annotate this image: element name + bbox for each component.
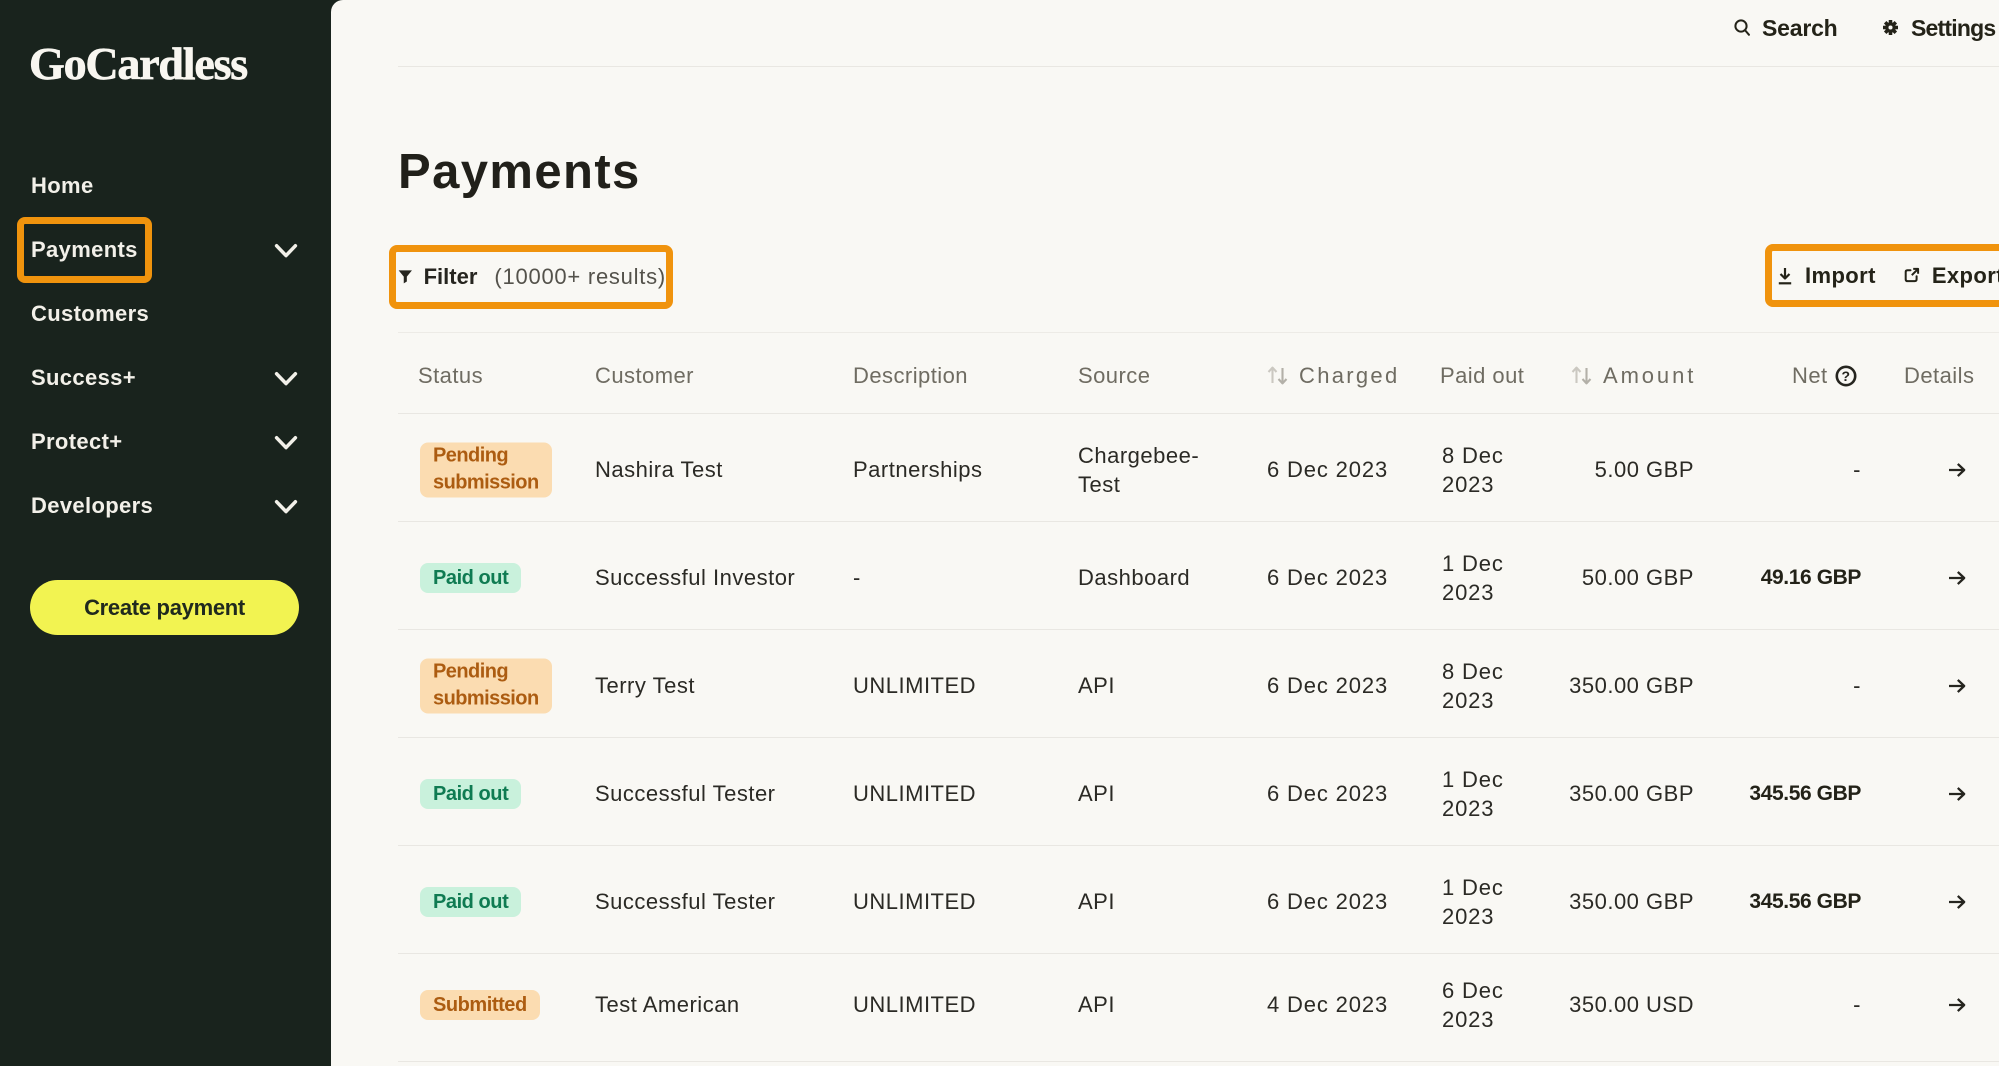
svg-text:?: ? xyxy=(1841,368,1850,384)
